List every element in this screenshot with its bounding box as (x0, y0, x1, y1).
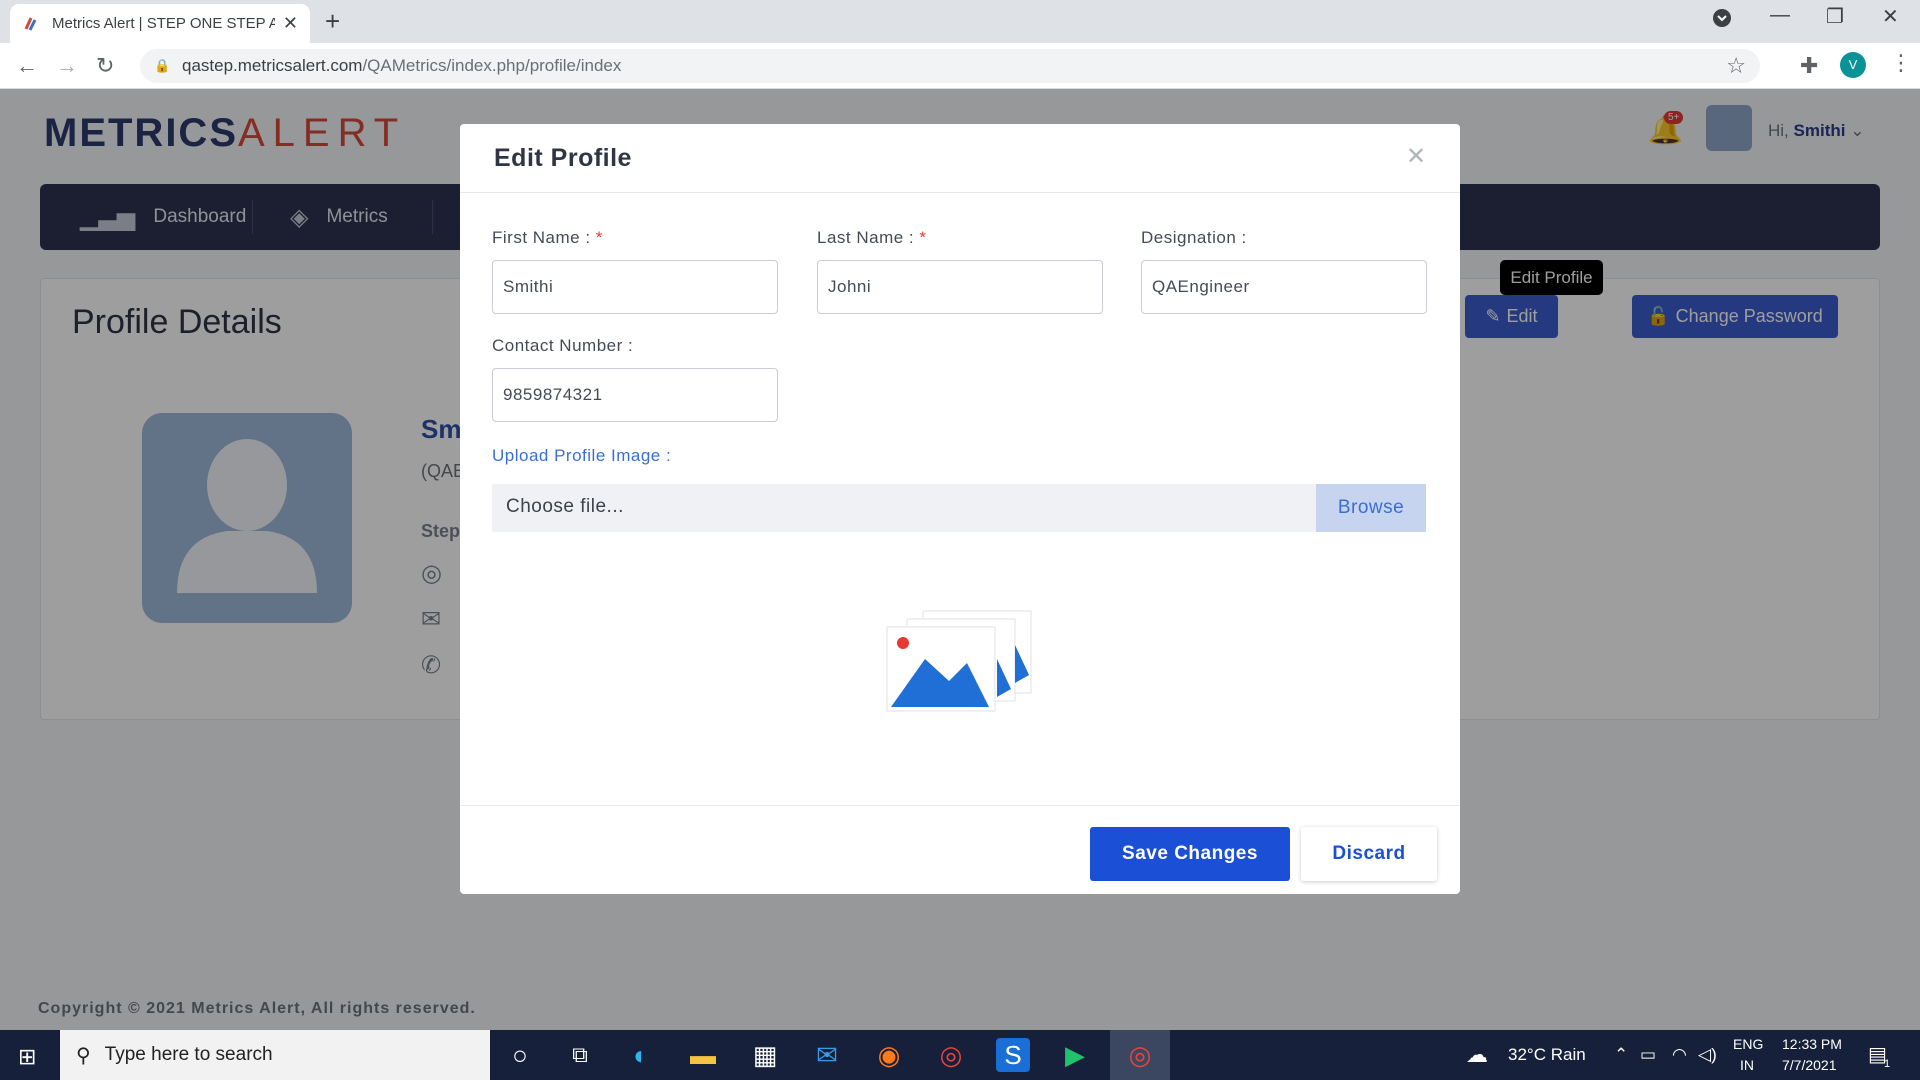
back-icon[interactable]: ← (16, 53, 38, 79)
browser-tab-bar: Metrics Alert | STEP ONE STEP AH ✕ + — ❐… (0, 0, 1920, 43)
contact-number-input[interactable]: 9859874321 (492, 368, 778, 422)
edge-icon[interactable]: ◐ (624, 1038, 658, 1072)
tab-title: Metrics Alert | STEP ONE STEP AH (52, 15, 275, 32)
volume-icon[interactable]: ◁) (1698, 1045, 1717, 1065)
upload-image-label: Upload Profile Image : (492, 446, 672, 465)
mail-app-icon[interactable]: ✉ (810, 1038, 844, 1072)
maximize-icon[interactable]: ❐ (1826, 4, 1844, 29)
action-center-count: 1 (1884, 1058, 1891, 1070)
url-input[interactable]: 🔒 qastep.metricsalert.com/QAMetrics/inde… (140, 49, 1760, 83)
new-tab-icon[interactable]: + (325, 6, 340, 37)
chrome-icon[interactable]: ◎ (934, 1038, 968, 1072)
media-player-icon[interactable]: ▶ (1058, 1038, 1092, 1072)
required-mark: * (595, 228, 603, 247)
url-path: /QAMetrics/index.php/profile/index (362, 56, 622, 75)
designation-input[interactable]: QAEngineer (1141, 260, 1427, 314)
contact-number-label: Contact Number : (492, 336, 634, 355)
tab-search-icon[interactable] (1712, 8, 1732, 34)
url-host: qastep.metricsalert.com (182, 56, 363, 75)
window-close-icon[interactable]: ✕ (1882, 4, 1899, 29)
battery-icon[interactable]: ▭ (1640, 1045, 1656, 1065)
windows-start-icon[interactable]: ⊞ (18, 1044, 36, 1070)
browse-button[interactable]: Browse (1316, 484, 1426, 532)
discard-button[interactable]: Discard (1301, 827, 1437, 881)
reload-icon[interactable]: ↻ (96, 53, 114, 79)
designation-label: Designation : (1141, 228, 1247, 247)
image-placeholder-icon (886, 610, 1032, 712)
forward-icon[interactable]: → (56, 53, 78, 79)
search-placeholder: Type here to search (104, 1044, 273, 1065)
required-mark: * (919, 228, 927, 247)
browser-profile-avatar[interactable]: V (1840, 52, 1866, 78)
app-s-icon[interactable]: S (996, 1038, 1030, 1072)
taskbar-search-input[interactable]: ⚲ Type here to search (60, 1030, 490, 1080)
last-name-input[interactable]: Johni (817, 260, 1103, 314)
site-favicon-icon (24, 16, 37, 31)
save-changes-button[interactable]: Save Changes (1090, 827, 1290, 881)
chrome-active-icon[interactable]: ◎ (1123, 1038, 1157, 1072)
modal-title: Edit Profile (494, 144, 632, 172)
label-text: Last Name : (817, 228, 915, 247)
firefox-icon[interactable]: ◉ (872, 1038, 906, 1072)
search-icon: ⚲ (76, 1044, 91, 1067)
label-text: First Name : (492, 228, 591, 247)
minimize-icon[interactable]: — (1770, 4, 1790, 27)
first-name-label: First Name : * (492, 228, 603, 248)
weather-icon[interactable]: ☁ (1466, 1042, 1488, 1068)
last-name-label: Last Name : * (817, 228, 927, 248)
modal-close-icon[interactable]: ✕ (1406, 142, 1426, 171)
file-explorer-icon[interactable]: ▬ (686, 1038, 720, 1072)
region-code[interactable]: IN (1740, 1057, 1754, 1073)
windows-taskbar: ⊞ ⚲ Type here to search ○ ⧉ ◐ ▬ ▦ ✉ ◉ ◎ … (0, 1030, 1920, 1080)
extensions-icon[interactable]: ✚ (1800, 53, 1818, 79)
modal-footer-divider (460, 805, 1460, 806)
file-placeholder: Choose file... (506, 496, 624, 517)
weather-text[interactable]: 32°C Rain (1508, 1045, 1586, 1065)
edit-profile-modal: Edit Profile ✕ First Name : * Smithi Las… (460, 124, 1460, 894)
lock-icon: 🔒 (154, 58, 171, 73)
file-upload-input[interactable]: Choose file... Browse (492, 484, 1426, 532)
wifi-icon[interactable]: ◠ (1672, 1045, 1687, 1065)
clock-date[interactable]: 7/7/2021 (1782, 1057, 1837, 1073)
browser-menu-icon[interactable]: ⋮ (1890, 50, 1912, 76)
address-bar: ← → ↻ 🔒 qastep.metricsalert.com/QAMetric… (0, 43, 1920, 89)
first-name-input[interactable]: Smithi (492, 260, 778, 314)
clock-time[interactable]: 12:33 PM (1782, 1036, 1842, 1052)
browser-tab[interactable]: Metrics Alert | STEP ONE STEP AH ✕ (10, 4, 310, 43)
bookmark-star-icon[interactable]: ☆ (1726, 53, 1746, 79)
language-code[interactable]: ENG (1733, 1036, 1763, 1052)
modal-header: Edit Profile ✕ (460, 124, 1460, 193)
store-icon[interactable]: ▦ (748, 1038, 782, 1072)
task-view-icon[interactable]: ⧉ (563, 1038, 597, 1072)
tab-close-icon[interactable]: ✕ (283, 13, 298, 34)
tray-chevron-icon[interactable]: ⌃ (1614, 1045, 1628, 1065)
cortana-icon[interactable]: ○ (503, 1038, 537, 1072)
